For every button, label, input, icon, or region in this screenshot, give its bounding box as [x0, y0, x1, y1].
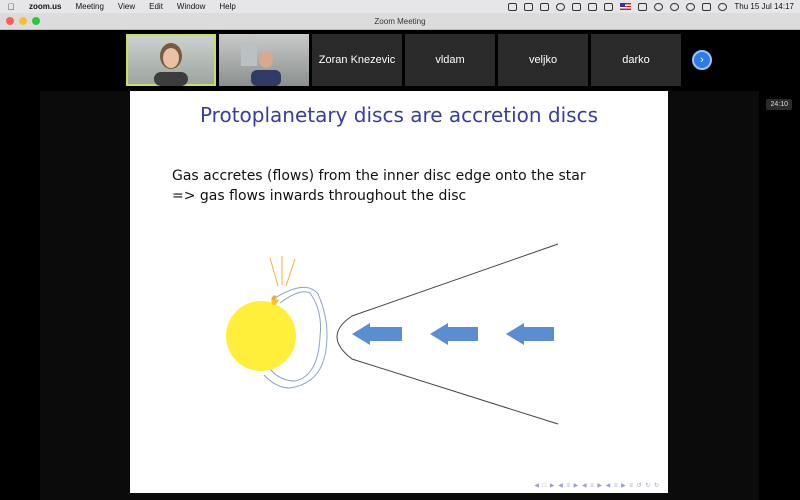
presentation-slide: Protoplanetary discs are accretion discs…: [130, 91, 668, 493]
inflow-arrow: [430, 323, 478, 345]
participant-avatar-icon: [154, 43, 188, 86]
beamer-navigation-controls[interactable]: ◀ □ ▶ ◀ ≡ ▶ ◀ ≡ ▶ ◀ ≡ ▶ ≡ ↺ ↻ ↻: [534, 482, 660, 489]
emission-rays: [269, 256, 296, 287]
menu-help[interactable]: Help: [212, 2, 242, 11]
zoom-status-icon[interactable]: [508, 2, 518, 11]
participant-avatar-icon: [241, 44, 281, 86]
participant-name: veljko: [528, 54, 558, 66]
participant-name: Zoran Knezevic: [318, 54, 396, 66]
apple-icon[interactable]: : [0, 2, 22, 12]
user-icon[interactable]: [670, 2, 680, 11]
siri-icon[interactable]: [718, 2, 728, 11]
time-machine-icon[interactable]: [556, 2, 566, 11]
macos-menu-bar:  zoom.us Meeting View Edit Window Help …: [0, 0, 800, 13]
menubar-clock[interactable]: Thu 15 Jul 14:17: [734, 2, 794, 11]
input-source-flag-icon[interactable]: [620, 3, 632, 10]
participant-tile-darko[interactable]: darko: [591, 34, 681, 86]
window-title-bar: Zoom Meeting: [0, 13, 800, 30]
status-icons: Thu 15 Jul 14:17: [508, 2, 800, 11]
participant-name: darko: [622, 54, 650, 66]
participant-tile-zoran[interactable]: Zoran Knezevic: [312, 34, 402, 86]
accretion-disc-diagram: [226, 243, 559, 425]
dropbox-icon[interactable]: [524, 2, 534, 11]
menu-window[interactable]: Window: [170, 2, 212, 11]
participant-gallery: Zoran Knezevic vldam veljko darko ›: [126, 34, 712, 86]
participant-video-tile-1[interactable]: [126, 34, 216, 86]
window-icon[interactable]: [588, 2, 598, 11]
participant-video-tile-2[interactable]: [219, 34, 309, 86]
chevron-right-icon: ›: [700, 54, 704, 66]
display-icon[interactable]: [572, 2, 582, 11]
menu-app-zoom[interactable]: zoom.us: [22, 2, 68, 11]
hand-cursor-icon: ✋: [269, 295, 281, 305]
participant-tile-vldam[interactable]: vldam: [405, 34, 495, 86]
menu-meeting[interactable]: Meeting: [68, 2, 110, 11]
wifi-icon[interactable]: [654, 2, 664, 11]
reader-icon[interactable]: [540, 2, 550, 11]
spotlight-search-icon[interactable]: [686, 2, 696, 11]
battery-icon[interactable]: [638, 2, 648, 11]
participant-tile-veljko[interactable]: veljko: [498, 34, 588, 86]
participant-name: vldam: [435, 54, 465, 66]
next-page-button[interactable]: ›: [692, 50, 712, 70]
menu-edit[interactable]: Edit: [142, 2, 170, 11]
inflow-arrow: [352, 323, 402, 345]
control-center-icon[interactable]: [702, 2, 712, 11]
bluetooth-icon[interactable]: [604, 2, 614, 11]
window-title: Zoom Meeting: [374, 16, 426, 26]
menu-view[interactable]: View: [111, 2, 142, 11]
inflow-arrow: [506, 323, 554, 345]
star: [226, 301, 296, 371]
recording-timer: 24:10: [766, 99, 792, 110]
